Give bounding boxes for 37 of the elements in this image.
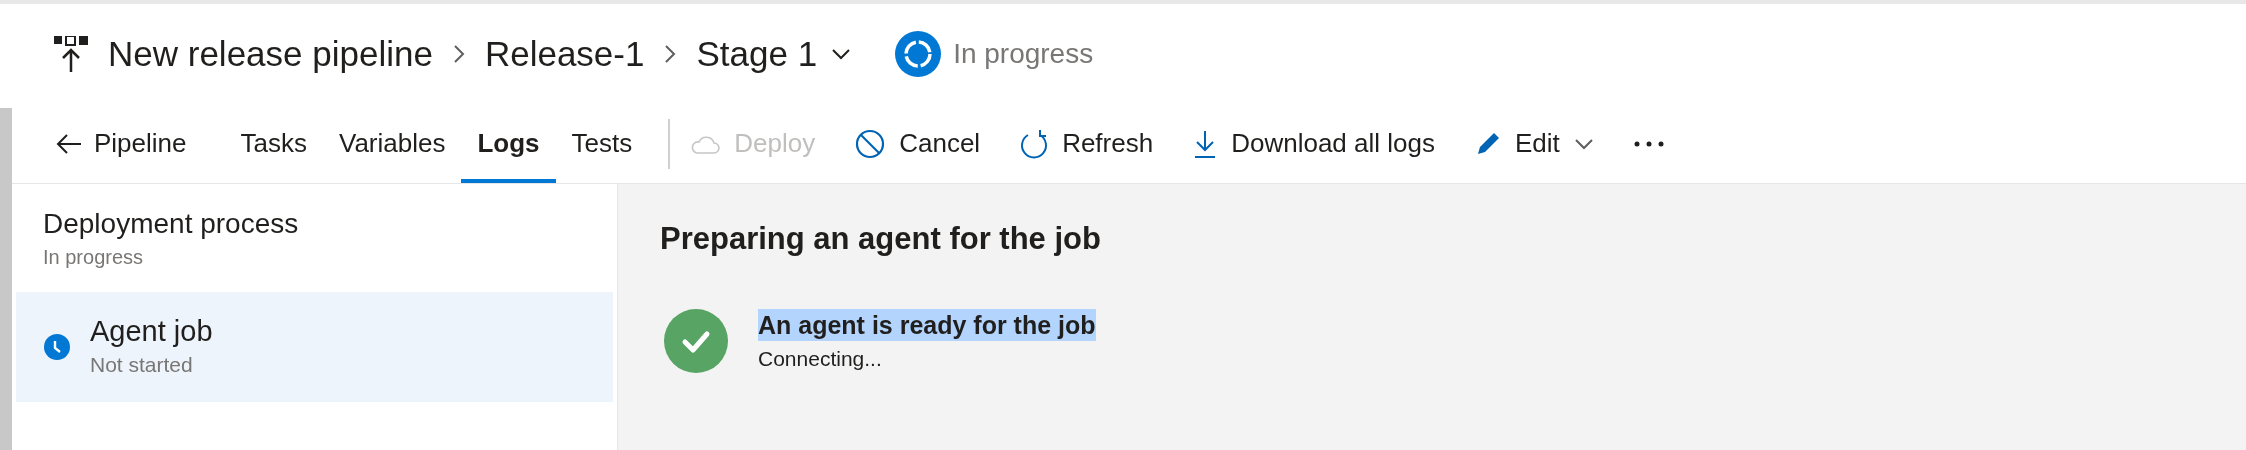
breadcrumb-link[interactable]: New release pipeline <box>108 27 433 81</box>
tab[interactable]: Logs <box>461 104 556 183</box>
cancel-icon <box>855 128 886 159</box>
job-status: Not started <box>90 352 194 379</box>
scrollbar[interactable] <box>0 108 12 450</box>
back-link[interactable]: Pipeline <box>56 104 187 183</box>
job-title: Agent job <box>90 314 213 350</box>
clock-icon <box>44 334 70 360</box>
progress-icon <box>895 31 942 77</box>
cloud-icon <box>690 133 721 154</box>
section-title: Deployment process <box>43 207 300 241</box>
step-detail: Connecting... <box>758 345 882 372</box>
download-icon <box>1193 129 1218 158</box>
status-text: In progress <box>953 37 1094 71</box>
job-item[interactable]: Agent job Not started <box>16 292 613 402</box>
toolbar-button[interactable]: Refresh <box>1020 124 1154 163</box>
tab[interactable]: Tasks <box>224 104 323 183</box>
step-title: An agent is ready for the job <box>758 308 1096 341</box>
tab[interactable]: Variables <box>323 104 462 183</box>
toolbar-button[interactable]: Edit <box>1474 124 1594 163</box>
toolbar-button[interactable]: Cancel <box>855 124 981 163</box>
pipeline-icon <box>54 36 88 72</box>
back-arrow-icon <box>56 132 82 155</box>
chevron-icon <box>452 44 465 64</box>
more-icon <box>1633 140 1664 147</box>
caret-icon <box>831 48 852 60</box>
caret-icon <box>1573 137 1594 150</box>
breadcrumb-link[interactable]: Stage 1 <box>696 27 852 81</box>
chevron-icon <box>664 44 677 64</box>
section-status: In progress <box>43 245 145 270</box>
log-heading: Preparing an agent for the job <box>660 220 1102 258</box>
refresh-icon <box>1020 128 1049 159</box>
breadcrumb-link[interactable]: Release-1 <box>484 27 645 81</box>
tab[interactable]: Tests <box>555 104 649 183</box>
more-button[interactable] <box>1633 140 1664 147</box>
toolbar-button[interactable]: Download all logs <box>1193 124 1435 163</box>
check-circle-icon <box>664 309 728 374</box>
